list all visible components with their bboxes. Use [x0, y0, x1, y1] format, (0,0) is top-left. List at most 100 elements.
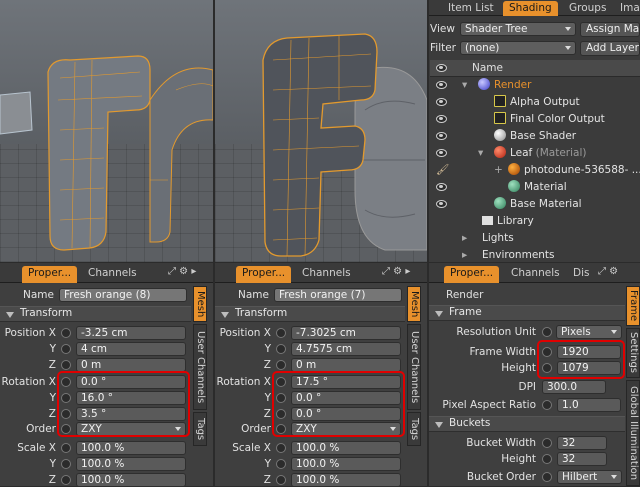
expand-icon[interactable]: ▾: [462, 77, 467, 94]
keyframe-dot[interactable]: [276, 344, 286, 354]
keyframe-dot[interactable]: [61, 360, 71, 370]
keyframe-dot[interactable]: [276, 360, 286, 370]
position-y-field[interactable]: 4 cm: [76, 342, 186, 356]
keyframe-dot[interactable]: [61, 328, 71, 338]
keyframe-dot[interactable]: [542, 327, 552, 337]
eye-icon[interactable]: [436, 98, 447, 106]
position-z-field[interactable]: 0 m: [76, 358, 186, 372]
keyframe-dot[interactable]: [61, 344, 71, 354]
position-x-field[interactable]: -7.3025 cm: [291, 326, 401, 340]
viewport-left[interactable]: [0, 0, 213, 262]
tree-row-base-material[interactable]: Base Material: [430, 196, 640, 213]
eye-icon[interactable]: [436, 81, 447, 89]
keyframe-dot[interactable]: [542, 400, 552, 410]
dpi-field[interactable]: 300.0: [542, 380, 606, 394]
resolution-unit-dropdown[interactable]: Pixels: [556, 325, 622, 339]
vtab-mesh[interactable]: Mesh: [193, 286, 207, 322]
tree-row-base-shader[interactable]: Base Shader: [430, 128, 640, 145]
panel-options-icons[interactable]: ⤢ ⚙ ▸: [168, 266, 196, 277]
scale-y-field[interactable]: 100.0 %: [76, 457, 186, 471]
keyframe-dot[interactable]: [61, 443, 71, 453]
item-name-field[interactable]: Fresh orange (8): [59, 288, 187, 302]
vtab-user-channels[interactable]: User Channels: [407, 324, 421, 410]
tab-display[interactable]: Dis: [567, 266, 595, 281]
scale-y-field[interactable]: 100.0 %: [291, 457, 401, 471]
scale-z-field[interactable]: 100.0 %: [76, 473, 186, 487]
tab-channels[interactable]: Channels: [296, 266, 357, 281]
keyframe-dot[interactable]: [276, 443, 286, 453]
position-z-label: Z: [263, 359, 271, 371]
vtab-tags[interactable]: Tags: [193, 412, 207, 446]
add-layer-button[interactable]: Add Layer: [580, 41, 640, 56]
bucket-height-field[interactable]: 32: [557, 452, 607, 466]
keyframe-dot[interactable]: [542, 454, 552, 464]
collapse-icon[interactable]: ▸: [462, 247, 467, 264]
scale-x-field[interactable]: 100.0 %: [291, 441, 401, 455]
tab-properties[interactable]: Proper...: [236, 266, 292, 283]
eye-icon[interactable]: [436, 200, 447, 208]
filter-dropdown[interactable]: (none): [460, 41, 576, 55]
brush-icon[interactable]: 🖌: [436, 162, 449, 179]
tree-row-alpha-output[interactable]: Alpha Output: [430, 94, 640, 111]
buckets-section[interactable]: Buckets: [429, 416, 625, 432]
transform-section[interactable]: Transform: [0, 306, 191, 322]
tree-row-render[interactable]: ▾ Render: [430, 77, 640, 94]
panel-options-icons[interactable]: ⤢ ⚙ ▸: [382, 266, 410, 277]
tree-row-photodune[interactable]: 🖌 + photodune-536588- ...: [430, 162, 640, 179]
frame-section[interactable]: Frame: [429, 305, 625, 321]
keyframe-dot[interactable]: [61, 459, 71, 469]
rotation-x-label: Rotation X: [1, 376, 56, 388]
tab-properties[interactable]: Proper...: [22, 266, 78, 283]
tab-images[interactable]: Ima: [614, 1, 640, 16]
tab-groups[interactable]: Groups: [563, 1, 612, 16]
item-name-field[interactable]: Fresh orange (7): [274, 288, 402, 302]
eye-icon[interactable]: [436, 183, 447, 191]
vtab-user-channels[interactable]: User Channels: [193, 324, 207, 410]
scale-z-label: Z: [48, 474, 56, 486]
vtab-mesh[interactable]: Mesh: [407, 286, 421, 322]
keyframe-dot[interactable]: [276, 475, 286, 485]
keyframe-dot[interactable]: [276, 328, 286, 338]
tab-properties[interactable]: Proper...: [444, 266, 500, 283]
tree-row-environments[interactable]: ▸ Environments: [430, 247, 640, 264]
tree-row-leaf[interactable]: ▾ Leaf (Material): [430, 145, 640, 162]
bucket-width-field[interactable]: 32: [557, 436, 607, 450]
vtab-settings[interactable]: Settings: [626, 328, 640, 378]
tree-row-library[interactable]: Library: [430, 213, 640, 230]
position-x-field[interactable]: -3.25 cm: [76, 326, 186, 340]
view-dropdown[interactable]: Shader Tree: [460, 22, 576, 36]
pixel-aspect-field[interactable]: 1.0: [557, 398, 621, 412]
vtab-global-illumination[interactable]: Global Illumination: [626, 380, 640, 486]
expand-icon[interactable]: +: [494, 162, 503, 179]
visibility-column-icon: [436, 64, 447, 72]
assign-material-button[interactable]: Assign Ma: [580, 22, 640, 37]
keyframe-dot[interactable]: [61, 475, 71, 485]
eye-icon[interactable]: [436, 115, 447, 123]
tree-row-material[interactable]: Material: [430, 179, 640, 196]
vtab-tags[interactable]: Tags: [407, 412, 421, 446]
bucket-order-dropdown[interactable]: Hilbert: [557, 470, 622, 484]
scale-z-field[interactable]: 100.0 %: [291, 473, 401, 487]
panel-options-icons[interactable]: ⤢ ⚙: [598, 266, 618, 277]
keyframe-dot[interactable]: [276, 459, 286, 469]
tab-channels[interactable]: Channels: [82, 266, 143, 281]
collapse-icon[interactable]: ▸: [462, 230, 467, 247]
scale-x-field[interactable]: 100.0 %: [76, 441, 186, 455]
name-column-header: Name: [472, 62, 503, 74]
expand-icon[interactable]: ▾: [478, 145, 483, 162]
eye-icon[interactable]: [436, 149, 447, 157]
eye-icon[interactable]: [436, 132, 447, 140]
position-z-field[interactable]: 0 m: [291, 358, 401, 372]
tab-item-list[interactable]: Item List: [442, 1, 500, 16]
vtab-frame[interactable]: Frame: [626, 286, 640, 326]
keyframe-dot[interactable]: [542, 472, 552, 482]
transform-section[interactable]: Transform: [215, 306, 405, 322]
position-y-field[interactable]: 4.7575 cm: [291, 342, 401, 356]
tree-row-lights[interactable]: ▸ Lights: [430, 230, 640, 247]
tree-row-final-color-output[interactable]: Final Color Output: [430, 111, 640, 128]
viewport-middle[interactable]: [215, 0, 427, 262]
tab-shading[interactable]: Shading: [503, 1, 558, 16]
name-label: Name: [23, 289, 54, 301]
keyframe-dot[interactable]: [542, 438, 552, 448]
tab-channels[interactable]: Channels: [505, 266, 566, 281]
